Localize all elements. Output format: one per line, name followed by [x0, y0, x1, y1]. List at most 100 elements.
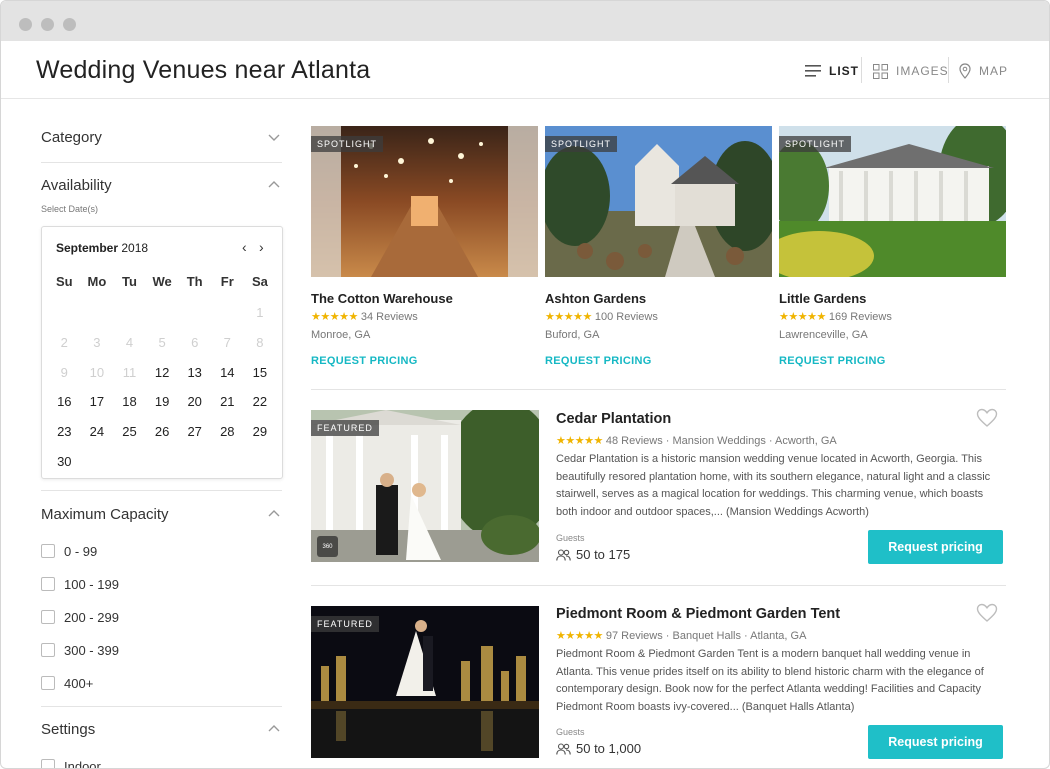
- calendar-day: 5: [158, 334, 166, 350]
- calendar-weekday-label: Tu: [122, 274, 137, 289]
- capacity-option-label: 200 - 299: [64, 609, 119, 625]
- review-count: 100 Reviews: [594, 311, 658, 323]
- checkbox[interactable]: [41, 759, 55, 768]
- heart-icon[interactable]: [976, 408, 998, 428]
- capacity-option[interactable]: 300 - 399: [41, 642, 119, 658]
- request-pricing-link[interactable]: REQUEST PRICING: [779, 355, 1006, 367]
- calendar-next-button[interactable]: ›: [259, 239, 264, 255]
- calendar-day[interactable]: 22: [244, 394, 277, 409]
- checkbox[interactable]: [41, 577, 55, 591]
- checkbox[interactable]: [41, 676, 55, 690]
- browser-window: Wedding Venues near Atlanta LIST IMAGES …: [0, 0, 1050, 769]
- checkbox[interactable]: [41, 643, 55, 657]
- calendar-year: 2018: [121, 241, 149, 255]
- chevron-up-icon: [268, 181, 280, 188]
- venue-name[interactable]: Little Gardens: [779, 291, 1006, 306]
- review-count: 34 Reviews: [360, 311, 418, 323]
- calendar-day[interactable]: 17: [81, 394, 114, 409]
- chevron-down-icon: [268, 134, 280, 141]
- heart-icon[interactable]: [976, 603, 998, 623]
- venue-name[interactable]: The Cotton Warehouse: [311, 291, 538, 306]
- view-tab-list[interactable]: LIST: [805, 61, 859, 81]
- calendar-day[interactable]: 20: [178, 394, 211, 409]
- filter-settings[interactable]: Settings: [41, 717, 281, 741]
- calendar-day: 4: [125, 334, 134, 350]
- divider: [41, 706, 282, 707]
- chevron-up-icon: [268, 510, 280, 517]
- featured-tag: FEATURED: [311, 616, 379, 632]
- filter-category[interactable]: Category: [41, 125, 281, 149]
- request-pricing-link[interactable]: REQUEST PRICING: [545, 355, 772, 367]
- calendar-day[interactable]: 12: [146, 365, 179, 380]
- request-pricing-button[interactable]: Request pricing: [868, 530, 1003, 564]
- review-count: 169 Reviews: [828, 311, 892, 323]
- calendar-day: 10: [89, 364, 105, 380]
- capacity-option[interactable]: 400+: [41, 675, 93, 691]
- view-tab-label: IMAGES: [896, 64, 949, 78]
- capacity-option[interactable]: 200 - 299: [41, 609, 119, 625]
- checkbox[interactable]: [41, 610, 55, 624]
- calendar-weekday-label: Fr: [220, 274, 234, 289]
- star-rating-icon: ★★★★★: [779, 311, 826, 323]
- calendar-day[interactable]: 26: [146, 424, 179, 439]
- venue-name[interactable]: Cedar Plantation: [556, 411, 671, 427]
- venue-name[interactable]: Piedmont Room & Piedmont Garden Tent: [556, 606, 840, 622]
- spotlight-card[interactable]: SPOTLIGHT Little Gardens ★★★★★ 169 Revie…: [779, 126, 1006, 367]
- calendar-day: 7: [223, 334, 231, 350]
- people-icon: [556, 742, 571, 755]
- chevron-up-icon: [268, 725, 280, 732]
- window-maximize-dot[interactable]: [63, 18, 76, 31]
- capacity-option[interactable]: 100 - 199: [41, 576, 119, 592]
- calendar-prev-button[interactable]: ‹: [242, 239, 247, 255]
- calendar-day[interactable]: 21: [211, 394, 244, 409]
- venue-photo[interactable]: SPOTLIGHT: [545, 126, 772, 277]
- venue-photo[interactable]: FEATURED: [311, 606, 539, 758]
- calendar-day: 3: [93, 334, 101, 350]
- venue-photo[interactable]: SPOTLIGHT: [779, 126, 1006, 277]
- calendar-weekday-label: We: [152, 274, 172, 289]
- venue-meta: ★★★★★ 97 Reviews · Banquet Halls · Atlan…: [556, 629, 806, 642]
- venue-photo[interactable]: SPOTLIGHT: [311, 126, 538, 277]
- spotlight-card[interactable]: SPOTLIGHT The Cotton Warehouse ★★★★★ 34 …: [311, 126, 538, 367]
- spotlight-tag: SPOTLIGHT: [311, 136, 384, 152]
- calendar-day[interactable]: 19: [146, 394, 179, 409]
- calendar-day[interactable]: 27: [178, 424, 211, 439]
- guests-value: 50 to 175: [556, 547, 630, 562]
- window-close-dot[interactable]: [19, 18, 32, 31]
- capacity-option[interactable]: 0 - 99: [41, 543, 97, 559]
- calendar-day: 11: [122, 364, 137, 380]
- calendar-day[interactable]: 30: [48, 454, 81, 469]
- calendar-day[interactable]: 24: [81, 424, 114, 439]
- venue-name[interactable]: Ashton Gardens: [545, 291, 772, 306]
- venue-photo[interactable]: FEATURED 360: [311, 410, 539, 562]
- calendar-day[interactable]: 16: [48, 394, 81, 409]
- request-pricing-button[interactable]: Request pricing: [868, 725, 1003, 759]
- window-minimize-dot[interactable]: [41, 18, 54, 31]
- calendar-day[interactable]: 23: [48, 424, 81, 439]
- select-dates-label: Select Date(s): [41, 204, 99, 214]
- divider: [41, 162, 282, 163]
- date-picker: September 2018 ‹ › Su Mo Tu We Th Fr Sa 1 2 3 4 5 6 7…: [41, 226, 283, 479]
- calendar-day[interactable]: 13: [178, 365, 211, 380]
- spotlight-card[interactable]: SPOTLIGHT Ashton Gardens ★★★★★ 100 Revie…: [545, 126, 772, 367]
- filter-capacity[interactable]: Maximum Capacity: [41, 502, 281, 526]
- venue-description: Piedmont Room & Piedmont Garden Tent is …: [556, 648, 984, 713]
- guests-value-text: 50 to 1,000: [576, 741, 642, 756]
- view-tab-images[interactable]: IMAGES: [873, 61, 949, 81]
- calendar-month: September 2018: [56, 241, 148, 255]
- calendar-day[interactable]: 28: [211, 424, 244, 439]
- request-pricing-link[interactable]: REQUEST PRICING: [311, 355, 538, 367]
- settings-option[interactable]: Indoor: [41, 758, 101, 768]
- 360-tour-icon[interactable]: 360: [317, 536, 338, 557]
- calendar-day[interactable]: 15: [244, 365, 277, 380]
- filter-availability[interactable]: Availability: [41, 173, 281, 197]
- calendar-day[interactable]: 14: [211, 365, 244, 380]
- capacity-option-label: 400+: [64, 675, 94, 691]
- calendar-day[interactable]: 25: [113, 424, 146, 439]
- capacity-option-label: 300 - 399: [64, 642, 119, 658]
- venue-location: Buford, GA: [545, 329, 600, 341]
- view-tab-map[interactable]: MAP: [959, 61, 1008, 81]
- calendar-day[interactable]: 29: [244, 424, 277, 439]
- checkbox[interactable]: [41, 544, 55, 558]
- calendar-day[interactable]: 18: [113, 394, 146, 409]
